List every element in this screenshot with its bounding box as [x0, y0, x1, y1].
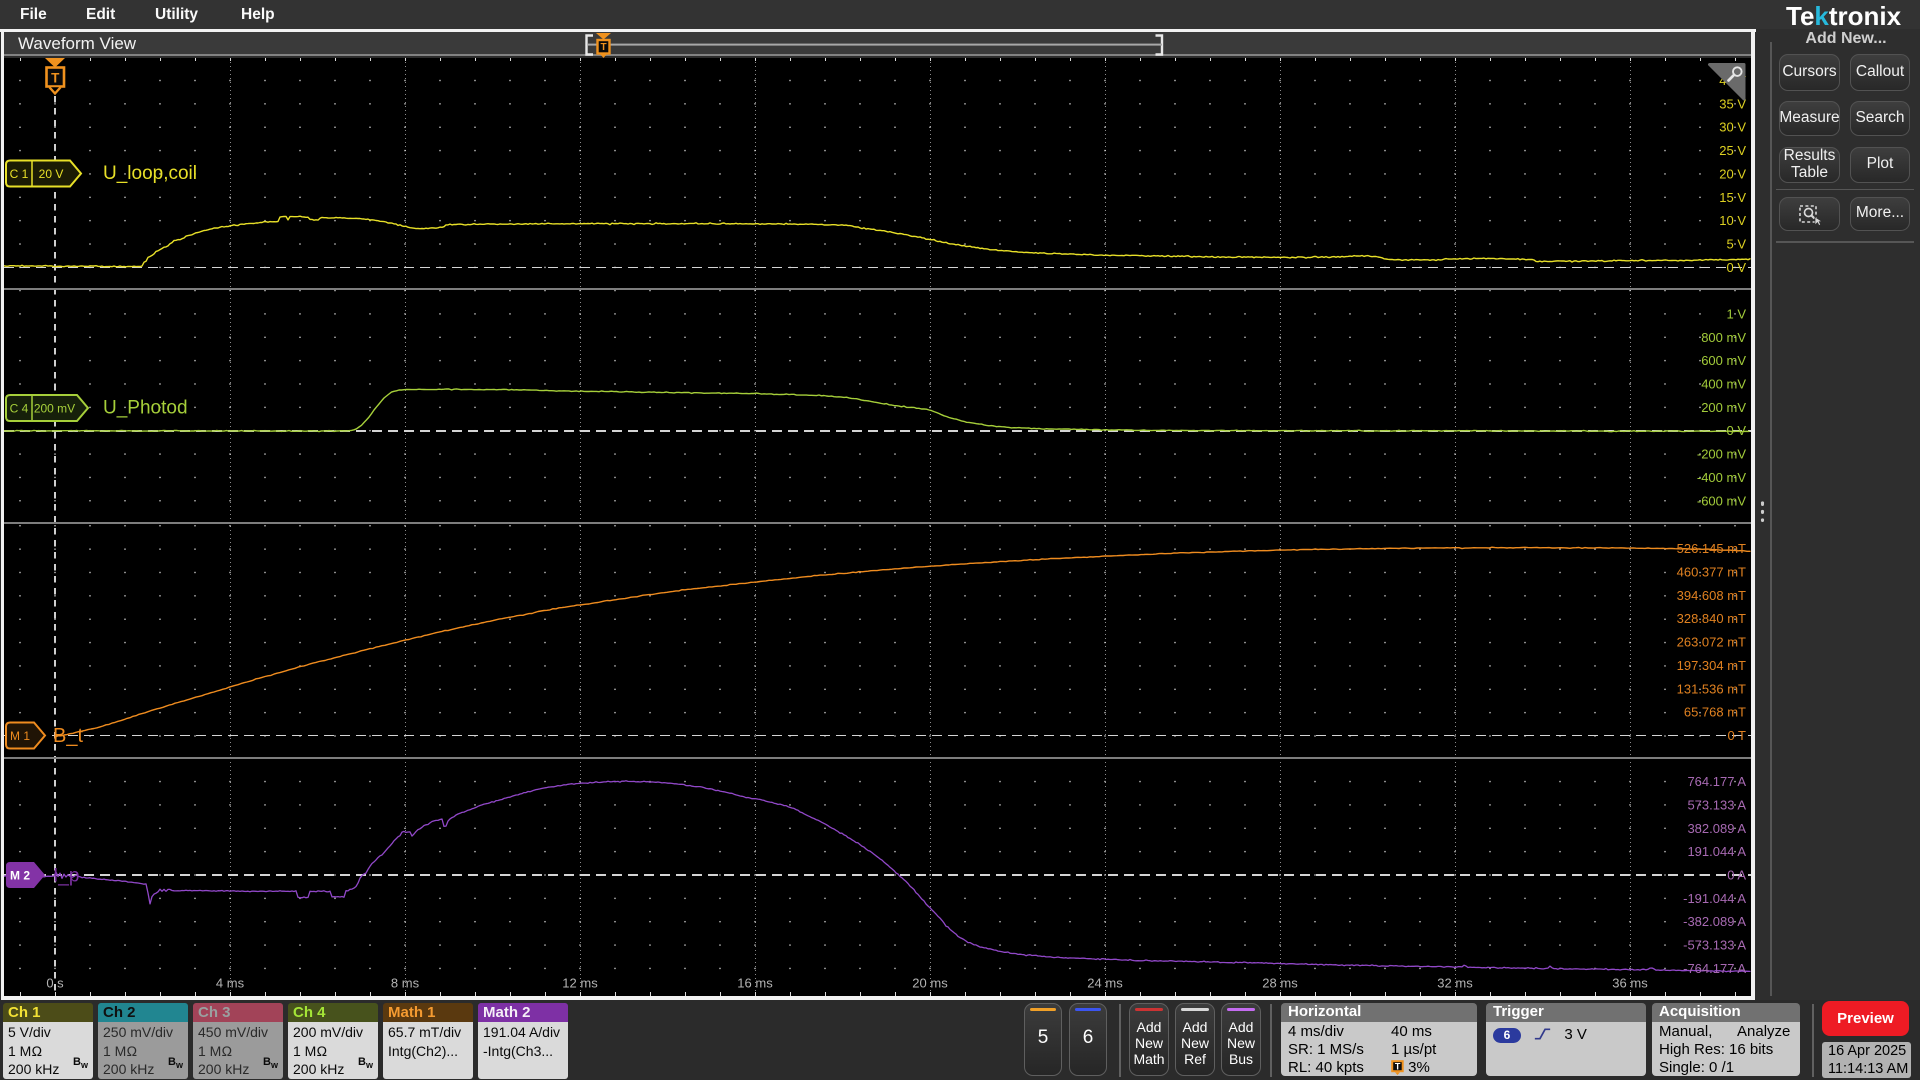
svg-text:131.536 mT: 131.536 mT: [1677, 681, 1746, 696]
svg-text:C 1: C 1: [10, 167, 29, 181]
svg-text:526.145 mT: 526.145 mT: [1677, 541, 1746, 556]
svg-text:5 V: 5 V: [1726, 237, 1746, 252]
svg-text:328.840 mT: 328.840 mT: [1677, 611, 1746, 626]
svg-text:263.072 mT: 263.072 mT: [1677, 635, 1746, 650]
svg-text:-400 mV: -400 mV: [1697, 470, 1746, 485]
svg-text:20 V: 20 V: [1719, 166, 1746, 181]
svg-text:U_Photod: U_Photod: [103, 398, 188, 419]
svg-text:B_t: B_t: [53, 725, 83, 747]
svg-text:30 V: 30 V: [1719, 120, 1746, 135]
svg-text:460.377 mT: 460.377 mT: [1677, 564, 1746, 579]
svg-text:8 ms: 8 ms: [391, 976, 420, 991]
svg-text:1 V: 1 V: [1726, 306, 1746, 321]
svg-text:T: T: [600, 42, 606, 53]
svg-text:I_p: I_p: [53, 866, 79, 887]
svg-text:36 ms: 36 ms: [1612, 976, 1648, 991]
svg-text:25 V: 25 V: [1719, 143, 1746, 158]
svg-text:191.044 A: 191.044 A: [1687, 844, 1746, 859]
svg-text:200 mV: 200 mV: [34, 402, 75, 416]
svg-text:4 ms: 4 ms: [216, 976, 245, 991]
svg-text:-191.044 A: -191.044 A: [1683, 891, 1746, 906]
svg-text:800 mV: 800 mV: [1701, 330, 1746, 345]
svg-text:32 ms: 32 ms: [1437, 976, 1473, 991]
svg-text:200 mV: 200 mV: [1701, 400, 1746, 415]
svg-text:20 ms: 20 ms: [912, 976, 948, 991]
svg-text:65.768 mT: 65.768 mT: [1684, 705, 1746, 720]
svg-text:12 ms: 12 ms: [562, 976, 598, 991]
svg-text:20 V: 20 V: [39, 167, 64, 181]
svg-text:382.089 A: 382.089 A: [1687, 821, 1746, 836]
svg-text:600 mV: 600 mV: [1701, 353, 1746, 368]
svg-text:-200 mV: -200 mV: [1697, 447, 1746, 462]
svg-text:T: T: [51, 71, 60, 86]
svg-text:0 s: 0 s: [46, 976, 64, 991]
svg-text:573.133 A: 573.133 A: [1687, 797, 1746, 812]
svg-text:-764.177 A: -764.177 A: [1683, 961, 1746, 976]
svg-text:764.177 A: 764.177 A: [1687, 774, 1746, 789]
svg-text:0 V: 0 V: [1726, 423, 1746, 438]
svg-text:U_loop,coil: U_loop,coil: [103, 163, 197, 184]
svg-text:15 V: 15 V: [1719, 190, 1746, 205]
svg-text:16 ms: 16 ms: [737, 976, 773, 991]
svg-text:-600 mV: -600 mV: [1697, 493, 1746, 508]
svg-text:10 V: 10 V: [1719, 213, 1746, 228]
svg-text:400 mV: 400 mV: [1701, 376, 1746, 391]
svg-text:394.608 mT: 394.608 mT: [1677, 588, 1746, 603]
svg-text:M 1: M 1: [10, 729, 30, 743]
svg-text:M 2: M 2: [10, 869, 30, 883]
svg-text:-382.089 A: -382.089 A: [1683, 914, 1746, 929]
svg-text:0 A: 0 A: [1727, 868, 1746, 883]
svg-text:0 V: 0 V: [1726, 260, 1746, 275]
svg-text:28 ms: 28 ms: [1262, 976, 1298, 991]
svg-text:-573.133 A: -573.133 A: [1683, 938, 1746, 953]
svg-text:C 4: C 4: [10, 402, 29, 416]
svg-text:0 T: 0 T: [1727, 728, 1746, 743]
svg-text:197.304 mT: 197.304 mT: [1677, 658, 1746, 673]
svg-text:24 ms: 24 ms: [1087, 976, 1123, 991]
